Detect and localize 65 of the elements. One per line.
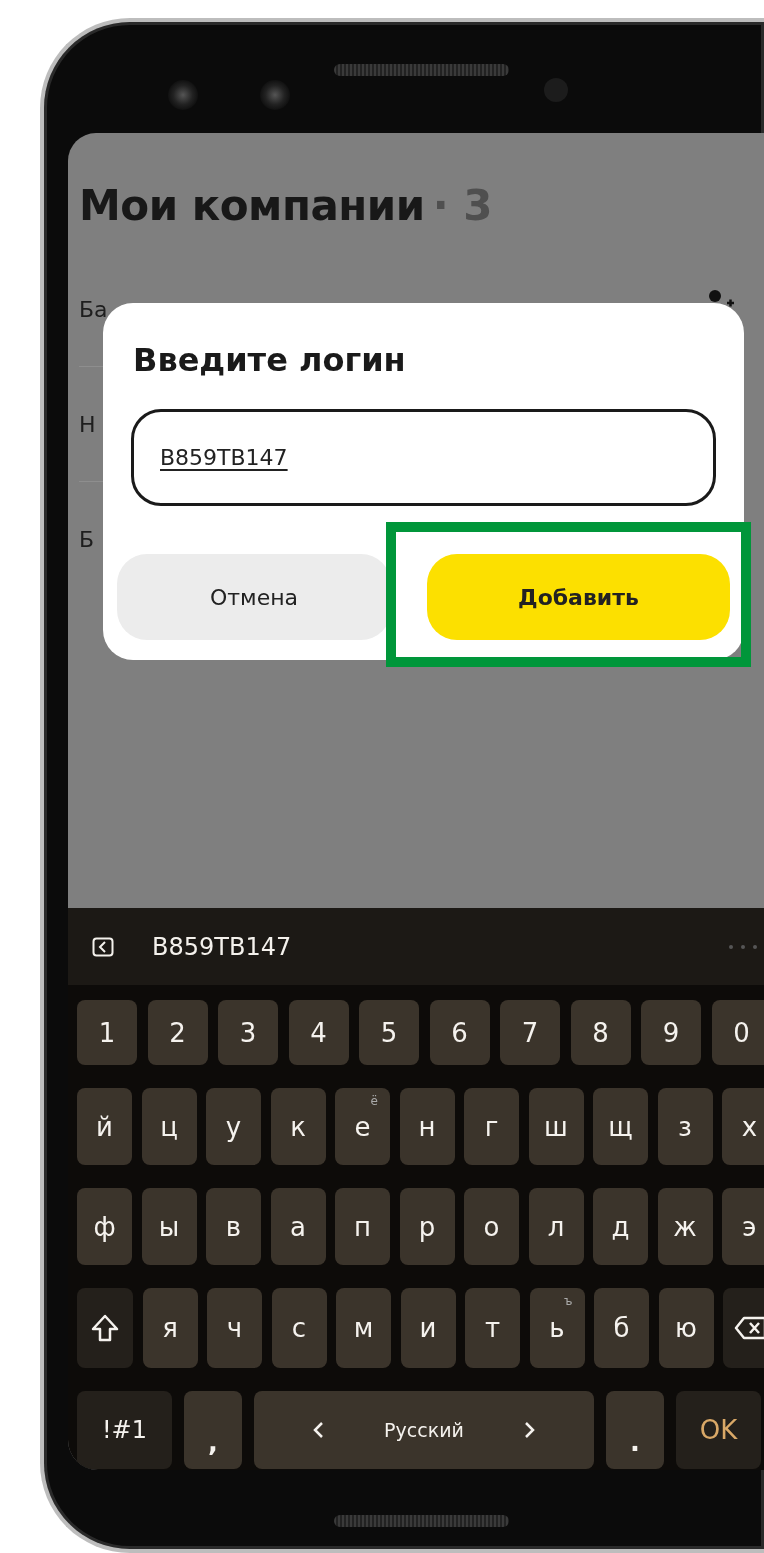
keyboard-key[interactable]: з xyxy=(657,1088,713,1165)
key-hint: ъ xyxy=(564,1294,573,1308)
camera-icon xyxy=(260,80,290,110)
camera-icon xyxy=(168,80,198,110)
shift-icon xyxy=(91,1313,119,1343)
keyboard-key[interactable]: м xyxy=(336,1288,391,1368)
keyboard-key[interactable]: 0 xyxy=(711,1000,764,1065)
keyboard-key[interactable]: . xyxy=(606,1391,664,1469)
keyboard-key[interactable]: о xyxy=(464,1188,519,1265)
keyboard-key[interactable]: щ xyxy=(593,1088,648,1165)
keyboard-key[interactable]: ц xyxy=(141,1088,197,1165)
keyboard-key[interactable]: у xyxy=(206,1088,261,1165)
keyboard-key[interactable]: а xyxy=(270,1188,326,1265)
keyboard-key[interactable]: 3 xyxy=(218,1000,278,1065)
keyboard-key[interactable]: н xyxy=(399,1088,455,1165)
company-name[interactable]: Н xyxy=(79,411,96,437)
keyboard-key[interactable]: т xyxy=(465,1288,520,1368)
keyboard-key[interactable]: 7 xyxy=(500,1000,560,1065)
keyboard-key[interactable]: 4 xyxy=(288,1000,349,1065)
language-label: Русский xyxy=(384,1419,464,1441)
keyboard-key[interactable]: э xyxy=(722,1188,764,1265)
keyboard-key[interactable]: я xyxy=(142,1288,198,1368)
shift-key[interactable] xyxy=(77,1288,133,1368)
keyboard-key[interactable]: , xyxy=(184,1391,242,1469)
keyboard-key[interactable]: 8 xyxy=(570,1000,631,1065)
keyboard-key[interactable]: в xyxy=(206,1188,261,1265)
keyboard-key[interactable]: 5 xyxy=(359,1000,419,1065)
chevron-left-icon xyxy=(312,1421,325,1439)
symbols-key[interactable]: !#1 xyxy=(77,1391,172,1469)
login-input[interactable]: B859TB147 xyxy=(131,409,716,506)
keyboard-key[interactable]: ш xyxy=(528,1088,584,1165)
keyboard-key[interactable]: ё е xyxy=(335,1088,390,1165)
keyboard-key[interactable]: 1 xyxy=(77,1000,137,1065)
keyboard-key[interactable]: ф xyxy=(77,1188,132,1265)
keyboard-key[interactable]: 6 xyxy=(429,1000,490,1065)
keyboard-key[interactable]: д xyxy=(593,1188,648,1265)
keyboard-key[interactable]: п xyxy=(335,1188,390,1265)
page-title: Мои компании xyxy=(79,181,425,230)
keyboard-key[interactable]: и xyxy=(400,1288,456,1368)
back-icon[interactable] xyxy=(92,936,114,957)
backspace-icon xyxy=(733,1316,764,1340)
keyboard-key[interactable]: ж xyxy=(657,1188,713,1265)
keyboard-key[interactable]: ю xyxy=(658,1288,714,1368)
keyboard-key[interactable]: к xyxy=(270,1088,326,1165)
chevron-right-icon xyxy=(523,1421,536,1439)
space-key[interactable]: Русский xyxy=(254,1391,594,1469)
keyboard-key[interactable]: ы xyxy=(141,1188,197,1265)
keyboard-key[interactable]: ъ ь xyxy=(529,1288,585,1368)
backspace-key[interactable] xyxy=(723,1288,764,1368)
keyboard-key[interactable]: с xyxy=(271,1288,327,1368)
keyboard-key[interactable]: й xyxy=(77,1088,132,1165)
keyboard-key[interactable]: л xyxy=(528,1188,584,1265)
keyboard-key[interactable]: р xyxy=(399,1188,455,1265)
keyboard-key[interactable]: б xyxy=(594,1288,649,1368)
keyboard-key[interactable]: 2 xyxy=(147,1000,208,1065)
keyboard-key[interactable]: 9 xyxy=(641,1000,701,1065)
keyboard-key[interactable]: г xyxy=(464,1088,519,1165)
keyboard-key[interactable]: х xyxy=(722,1088,764,1165)
ok-key[interactable]: OK xyxy=(676,1391,761,1469)
add-button[interactable]: Добавить xyxy=(427,554,730,640)
keyboard-key[interactable]: ч xyxy=(207,1288,262,1368)
suggestion-text[interactable]: B859TB147 xyxy=(152,932,292,961)
company-name[interactable]: Б xyxy=(79,526,95,552)
key-hint: ё xyxy=(370,1094,378,1108)
dialog-title: Введите логин xyxy=(133,341,407,379)
